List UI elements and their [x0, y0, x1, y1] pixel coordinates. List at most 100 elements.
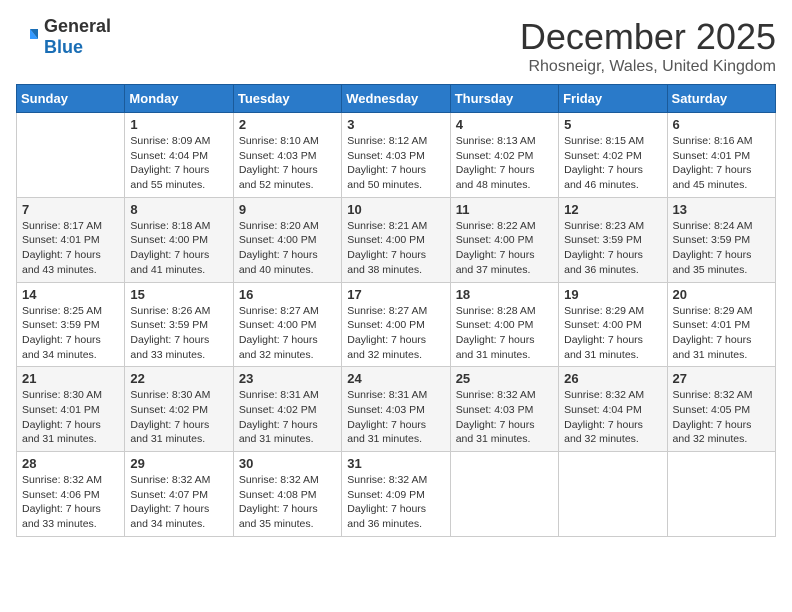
- day-number: 28: [22, 456, 119, 471]
- calendar-cell: 1 Sunrise: 8:09 AMSunset: 4:04 PMDaylight…: [125, 113, 233, 198]
- day-detail: Sunrise: 8:31 AMSunset: 4:02 PMDaylight:…: [239, 388, 336, 447]
- calendar-cell: 16 Sunrise: 8:27 AMSunset: 4:00 PMDayligh…: [233, 282, 341, 367]
- day-number: 25: [456, 371, 553, 386]
- logo-general: General: [44, 16, 111, 36]
- calendar-cell: 19 Sunrise: 8:29 AMSunset: 4:00 PMDayligh…: [559, 282, 667, 367]
- day-number: 5: [564, 117, 661, 132]
- day-number: 8: [130, 202, 227, 217]
- day-number: 17: [347, 287, 444, 302]
- calendar-header-sunday: Sunday: [17, 85, 125, 113]
- calendar-cell: 18Sunrise: 8:28 AMSunset: 4:00 PMDayligh…: [450, 282, 558, 367]
- calendar-cell: 4 Sunrise: 8:13 AMSunset: 4:02 PMDaylight…: [450, 113, 558, 198]
- day-detail: Sunrise: 8:24 AMSunset: 3:59 PMDaylight:…: [673, 219, 770, 278]
- calendar-cell: 23Sunrise: 8:31 AMSunset: 4:02 PMDayligh…: [233, 367, 341, 452]
- calendar-header-thursday: Thursday: [450, 85, 558, 113]
- calendar-week-row: 28 Sunrise: 8:32 AMSunset: 4:06 PMDayligh…: [17, 452, 776, 537]
- calendar-cell: 5 Sunrise: 8:15 AMSunset: 4:02 PMDaylight…: [559, 113, 667, 198]
- day-detail: Sunrise: 8:32 AMSunset: 4:04 PMDaylight:…: [564, 388, 661, 447]
- day-detail: Sunrise: 8:30 AMSunset: 4:02 PMDaylight:…: [130, 388, 227, 447]
- calendar-cell: 30 Sunrise: 8:32 AMSunset: 4:08 PMDayligh…: [233, 452, 341, 537]
- calendar-cell: 27Sunrise: 8:32 AMSunset: 4:05 PMDayligh…: [667, 367, 775, 452]
- day-number: 9: [239, 202, 336, 217]
- day-detail: Sunrise: 8:09 AMSunset: 4:04 PMDaylight:…: [130, 134, 227, 193]
- calendar-cell: 21 Sunrise: 8:30 AMSunset: 4:01 PMDayligh…: [17, 367, 125, 452]
- day-number: 7: [22, 202, 119, 217]
- calendar-week-row: 14 Sunrise: 8:25 AMSunset: 3:59 PMDayligh…: [17, 282, 776, 367]
- day-detail: Sunrise: 8:21 AMSunset: 4:00 PMDaylight:…: [347, 219, 444, 278]
- calendar-cell: 13 Sunrise: 8:24 AMSunset: 3:59 PMDayligh…: [667, 197, 775, 282]
- calendar-cell: 7 Sunrise: 8:17 AMSunset: 4:01 PMDaylight…: [17, 197, 125, 282]
- calendar-cell: 3Sunrise: 8:12 AMSunset: 4:03 PMDaylight…: [342, 113, 450, 198]
- day-number: 11: [456, 202, 553, 217]
- day-detail: Sunrise: 8:16 AMSunset: 4:01 PMDaylight:…: [673, 134, 770, 193]
- calendar-cell: 25 Sunrise: 8:32 AMSunset: 4:03 PMDayligh…: [450, 367, 558, 452]
- day-number: 16: [239, 287, 336, 302]
- day-number: 20: [673, 287, 770, 302]
- calendar-cell: 31 Sunrise: 8:32 AMSunset: 4:09 PMDayligh…: [342, 452, 450, 537]
- day-detail: Sunrise: 8:30 AMSunset: 4:01 PMDaylight:…: [22, 388, 119, 447]
- calendar-header-saturday: Saturday: [667, 85, 775, 113]
- day-detail: Sunrise: 8:26 AMSunset: 3:59 PMDaylight:…: [130, 304, 227, 363]
- calendar-header-monday: Monday: [125, 85, 233, 113]
- day-number: 15: [130, 287, 227, 302]
- day-number: 13: [673, 202, 770, 217]
- day-number: 21: [22, 371, 119, 386]
- day-detail: Sunrise: 8:27 AMSunset: 4:00 PMDaylight:…: [239, 304, 336, 363]
- day-detail: Sunrise: 8:28 AMSunset: 4:00 PMDaylight:…: [456, 304, 553, 363]
- calendar-header-friday: Friday: [559, 85, 667, 113]
- day-number: 3: [347, 117, 444, 132]
- day-number: 26: [564, 371, 661, 386]
- day-number: 31: [347, 456, 444, 471]
- day-detail: Sunrise: 8:25 AMSunset: 3:59 PMDaylight:…: [22, 304, 119, 363]
- day-detail: Sunrise: 8:18 AMSunset: 4:00 PMDaylight:…: [130, 219, 227, 278]
- calendar-cell: 20Sunrise: 8:29 AMSunset: 4:01 PMDayligh…: [667, 282, 775, 367]
- calendar-cell: 12Sunrise: 8:23 AMSunset: 3:59 PMDayligh…: [559, 197, 667, 282]
- day-number: 30: [239, 456, 336, 471]
- day-detail: Sunrise: 8:32 AMSunset: 4:05 PMDaylight:…: [673, 388, 770, 447]
- location-title: Rhosneigr, Wales, United Kingdom: [520, 58, 776, 76]
- calendar-cell: 15 Sunrise: 8:26 AMSunset: 3:59 PMDayligh…: [125, 282, 233, 367]
- day-detail: Sunrise: 8:32 AMSunset: 4:08 PMDaylight:…: [239, 473, 336, 532]
- day-detail: Sunrise: 8:15 AMSunset: 4:02 PMDaylight:…: [564, 134, 661, 193]
- calendar-cell: [17, 113, 125, 198]
- logo-text: General Blue: [44, 16, 111, 58]
- day-detail: Sunrise: 8:32 AMSunset: 4:03 PMDaylight:…: [456, 388, 553, 447]
- calendar-header-tuesday: Tuesday: [233, 85, 341, 113]
- day-detail: Sunrise: 8:13 AMSunset: 4:02 PMDaylight:…: [456, 134, 553, 193]
- day-number: 4: [456, 117, 553, 132]
- calendar-cell: 22 Sunrise: 8:30 AMSunset: 4:02 PMDayligh…: [125, 367, 233, 452]
- calendar-cell: [450, 452, 558, 537]
- day-detail: Sunrise: 8:32 AMSunset: 4:07 PMDaylight:…: [130, 473, 227, 532]
- calendar-cell: 2 Sunrise: 8:10 AMSunset: 4:03 PMDaylight…: [233, 113, 341, 198]
- calendar-week-row: 21 Sunrise: 8:30 AMSunset: 4:01 PMDayligh…: [17, 367, 776, 452]
- calendar-cell: 29 Sunrise: 8:32 AMSunset: 4:07 PMDayligh…: [125, 452, 233, 537]
- day-detail: Sunrise: 8:32 AMSunset: 4:09 PMDaylight:…: [347, 473, 444, 532]
- calendar-cell: 9 Sunrise: 8:20 AMSunset: 4:00 PMDaylight…: [233, 197, 341, 282]
- calendar-cell: 14 Sunrise: 8:25 AMSunset: 3:59 PMDayligh…: [17, 282, 125, 367]
- day-number: 19: [564, 287, 661, 302]
- calendar-week-row: 7 Sunrise: 8:17 AMSunset: 4:01 PMDaylight…: [17, 197, 776, 282]
- day-number: 14: [22, 287, 119, 302]
- calendar: SundayMondayTuesdayWednesdayThursdayFrid…: [16, 84, 776, 537]
- calendar-cell: 26 Sunrise: 8:32 AMSunset: 4:04 PMDayligh…: [559, 367, 667, 452]
- calendar-cell: 8 Sunrise: 8:18 AMSunset: 4:00 PMDaylight…: [125, 197, 233, 282]
- day-number: 2: [239, 117, 336, 132]
- day-detail: Sunrise: 8:32 AMSunset: 4:06 PMDaylight:…: [22, 473, 119, 532]
- day-detail: Sunrise: 8:31 AMSunset: 4:03 PMDaylight:…: [347, 388, 444, 447]
- day-detail: Sunrise: 8:20 AMSunset: 4:00 PMDaylight:…: [239, 219, 336, 278]
- day-detail: Sunrise: 8:17 AMSunset: 4:01 PMDaylight:…: [22, 219, 119, 278]
- header: General Blue December 2025 Rhosneigr, Wa…: [16, 16, 776, 76]
- calendar-header-row: SundayMondayTuesdayWednesdayThursdayFrid…: [17, 85, 776, 113]
- day-number: 1: [130, 117, 227, 132]
- day-detail: Sunrise: 8:29 AMSunset: 4:00 PMDaylight:…: [564, 304, 661, 363]
- calendar-cell: 17 Sunrise: 8:27 AMSunset: 4:00 PMDayligh…: [342, 282, 450, 367]
- calendar-cell: [559, 452, 667, 537]
- day-number: 12: [564, 202, 661, 217]
- day-number: 10: [347, 202, 444, 217]
- day-detail: Sunrise: 8:10 AMSunset: 4:03 PMDaylight:…: [239, 134, 336, 193]
- day-number: 22: [130, 371, 227, 386]
- calendar-header-wednesday: Wednesday: [342, 85, 450, 113]
- day-number: 29: [130, 456, 227, 471]
- day-detail: Sunrise: 8:27 AMSunset: 4:00 PMDaylight:…: [347, 304, 444, 363]
- calendar-cell: [667, 452, 775, 537]
